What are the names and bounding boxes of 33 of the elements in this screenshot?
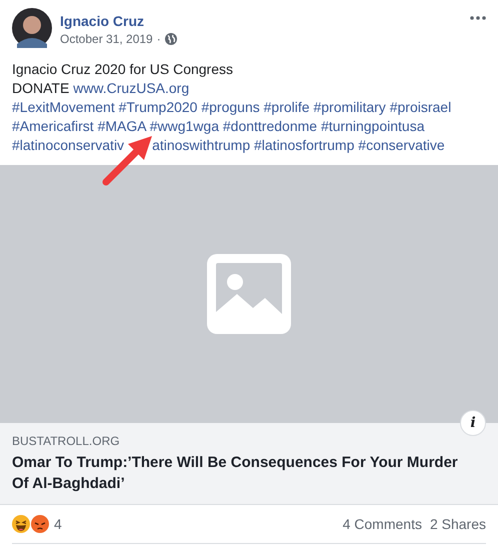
more-icon[interactable] [470, 16, 486, 20]
hashtag-link[interactable]: #conservative [358, 137, 445, 153]
hashtag-link[interactable]: #proguns [201, 99, 260, 115]
post-text: Ignacio Cruz 2020 for US Congress [12, 61, 233, 77]
hashtag-link[interactable]: #latinoconservativ [12, 137, 124, 153]
separator: · [156, 32, 161, 46]
hashtag-link[interactable]: #wwg1wga [150, 118, 219, 134]
hashtag-link[interactable]: atinoswithtrump [152, 137, 250, 153]
hashtag-link[interactable]: #Americafirst [12, 118, 94, 134]
avatar[interactable] [12, 8, 52, 48]
angry-emoji-icon[interactable] [31, 515, 49, 533]
hashtag-link[interactable]: #donttredonme [222, 118, 318, 134]
comments-link[interactable]: 4 Comments [342, 516, 422, 532]
hashtag-link[interactable]: #prolife [264, 99, 310, 115]
image-placeholder-icon [207, 254, 291, 334]
hashtag-link[interactable]: #latinosfortrump [254, 137, 354, 153]
link-domain: BUSTATROLL.ORG [12, 433, 121, 449]
website-link[interactable]: www.CruzUSA.org [73, 80, 190, 96]
globe-icon [164, 33, 177, 45]
post-date[interactable]: October 31, 2019 [60, 32, 153, 46]
shares-link[interactable]: 2 Shares [430, 516, 486, 532]
reaction-count[interactable]: 4 [54, 516, 62, 532]
hashtag-link[interactable]: #LexitMovement [12, 99, 115, 115]
link-headline[interactable]: Omar To Trump:’There Will Be Consequences For Your Murder Of Al-Baghdadi’ [12, 452, 474, 494]
hashtag-link[interactable]: #MAGA [98, 118, 146, 134]
post-text: DONATE [12, 80, 70, 96]
author-name[interactable]: Ignacio Cruz [60, 12, 177, 30]
info-button[interactable]: i [460, 410, 486, 436]
hashtag-link[interactable]: #turningpointusa [320, 118, 424, 134]
hashtag-link[interactable]: #promilitary [313, 99, 386, 115]
hashtag-link[interactable]: #proisrael [390, 99, 452, 115]
laughing-emoji-icon[interactable] [12, 515, 30, 533]
hashtag-link[interactable]: #Trump2020 [118, 99, 198, 115]
